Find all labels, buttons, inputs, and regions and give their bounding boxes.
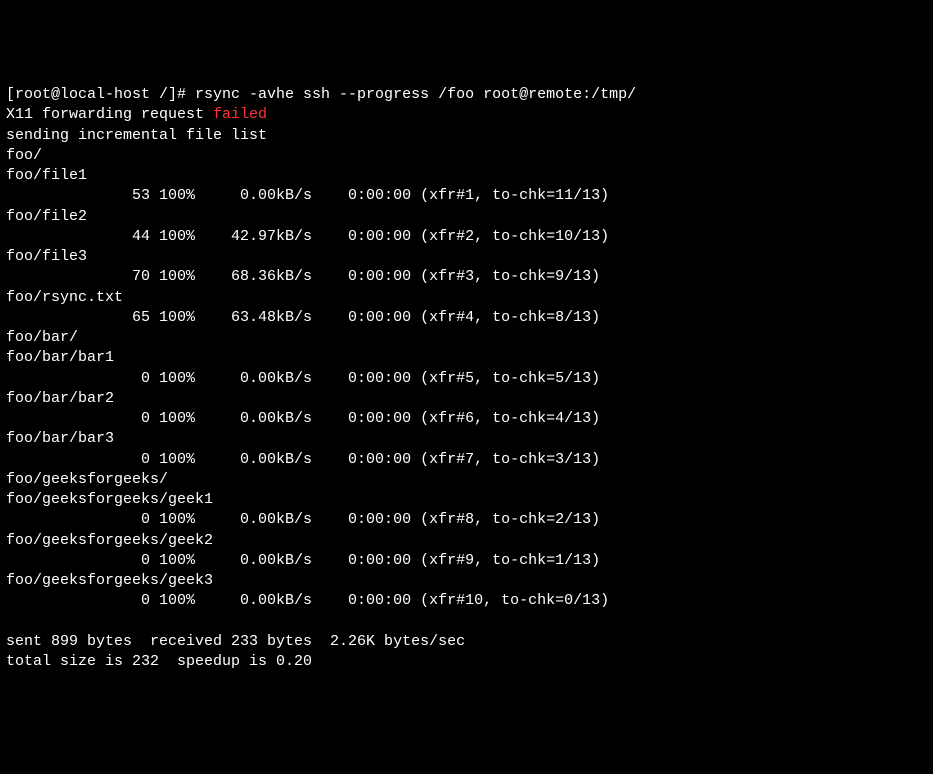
- file-progress: 65 100% 63.48kB/s 0:00:00 (xfr#4, to-chk…: [6, 308, 927, 328]
- blank-line: [6, 612, 927, 632]
- file-name: foo/bar/bar3: [6, 429, 927, 449]
- file-name: foo/geeksforgeeks/geek2: [6, 531, 927, 551]
- x11-line: X11 forwarding request failed: [6, 105, 927, 125]
- file-name: foo/: [6, 146, 927, 166]
- file-name: foo/bar/bar2: [6, 389, 927, 409]
- file-progress: 0 100% 0.00kB/s 0:00:00 (xfr#6, to-chk=4…: [6, 409, 927, 429]
- file-progress: 70 100% 68.36kB/s 0:00:00 (xfr#3, to-chk…: [6, 267, 927, 287]
- failed-text: failed: [213, 106, 267, 123]
- command-line: [root@local-host /]# rsync -avhe ssh --p…: [6, 85, 927, 105]
- file-progress: 0 100% 0.00kB/s 0:00:00 (xfr#8, to-chk=2…: [6, 510, 927, 530]
- file-name: foo/geeksforgeeks/: [6, 470, 927, 490]
- file-progress: 44 100% 42.97kB/s 0:00:00 (xfr#2, to-chk…: [6, 227, 927, 247]
- file-progress: 53 100% 0.00kB/s 0:00:00 (xfr#1, to-chk=…: [6, 186, 927, 206]
- file-progress: 0 100% 0.00kB/s 0:00:00 (xfr#10, to-chk=…: [6, 591, 927, 611]
- sending-line: sending incremental file list: [6, 126, 927, 146]
- file-progress: 0 100% 0.00kB/s 0:00:00 (xfr#7, to-chk=3…: [6, 450, 927, 470]
- terminal-output: [root@local-host /]# rsync -avhe ssh --p…: [6, 85, 927, 672]
- file-name: foo/bar/: [6, 328, 927, 348]
- summary-total: total size is 232 speedup is 0.20: [6, 652, 927, 672]
- file-name: foo/file3: [6, 247, 927, 267]
- file-name: foo/file1: [6, 166, 927, 186]
- file-name: foo/rsync.txt: [6, 288, 927, 308]
- file-name: foo/file2: [6, 207, 927, 227]
- file-name: foo/geeksforgeeks/geek3: [6, 571, 927, 591]
- file-name: foo/geeksforgeeks/geek1: [6, 490, 927, 510]
- file-progress: 0 100% 0.00kB/s 0:00:00 (xfr#5, to-chk=5…: [6, 369, 927, 389]
- summary-sent: sent 899 bytes received 233 bytes 2.26K …: [6, 632, 927, 652]
- file-progress: 0 100% 0.00kB/s 0:00:00 (xfr#9, to-chk=1…: [6, 551, 927, 571]
- file-name: foo/bar/bar1: [6, 348, 927, 368]
